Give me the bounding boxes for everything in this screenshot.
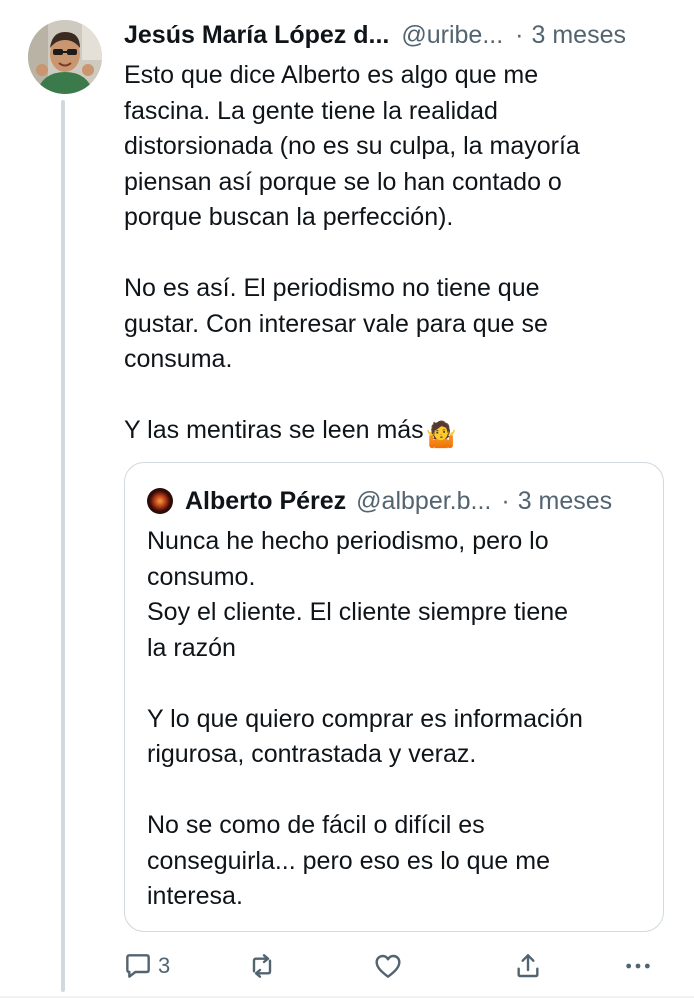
avatar-photo bbox=[28, 20, 102, 94]
quoted-author-display-name: Alberto Pérez bbox=[185, 486, 347, 515]
author-display-name[interactable]: Jesús María López d... bbox=[124, 21, 389, 50]
share-button[interactable] bbox=[512, 948, 544, 984]
separator-dot: · bbox=[515, 20, 524, 49]
divider bbox=[0, 996, 694, 998]
like-icon bbox=[375, 954, 401, 978]
tweet-timestamp[interactable]: 3 meses bbox=[532, 21, 626, 50]
shrug-emoji-icon: 🤷 bbox=[425, 421, 457, 449]
quoted-author-handle: @albper.b... bbox=[356, 486, 492, 515]
reply-button[interactable]: 3 bbox=[122, 948, 170, 984]
share-icon bbox=[517, 954, 539, 978]
more-options-button[interactable] bbox=[622, 948, 654, 984]
quoted-tweet-card[interactable]: Alberto Pérez @albper.b... · 3 meses Nun… bbox=[124, 462, 664, 932]
quoted-author-avatar bbox=[147, 488, 173, 514]
tweet-header: Jesús María López d... @uribe... · 3 mes… bbox=[124, 18, 674, 52]
repost-icon bbox=[252, 954, 272, 978]
repost-button[interactable] bbox=[246, 948, 278, 984]
quoted-separator-dot: · bbox=[501, 486, 510, 515]
quoted-tweet-timestamp: 3 meses bbox=[517, 486, 613, 515]
more-icon bbox=[626, 963, 650, 969]
quoted-tweet-header: Alberto Pérez @albper.b... · 3 meses bbox=[147, 483, 647, 519]
quoted-tweet-text: Nunca he hecho periodismo, pero lo consu… bbox=[147, 527, 583, 910]
tweet-body: Esto que dice Alberto es algo que me fas… bbox=[124, 58, 654, 454]
reply-count: 3 bbox=[158, 953, 171, 978]
author-avatar[interactable] bbox=[28, 20, 102, 94]
reply-icon bbox=[126, 954, 150, 978]
tweet-text: Esto que dice Alberto es algo que me fas… bbox=[124, 61, 580, 444]
tweet-actions-bar: 3 bbox=[120, 948, 660, 984]
author-handle[interactable]: @uribe... bbox=[401, 21, 503, 50]
like-button[interactable] bbox=[372, 948, 404, 984]
thread-line bbox=[61, 100, 65, 992]
